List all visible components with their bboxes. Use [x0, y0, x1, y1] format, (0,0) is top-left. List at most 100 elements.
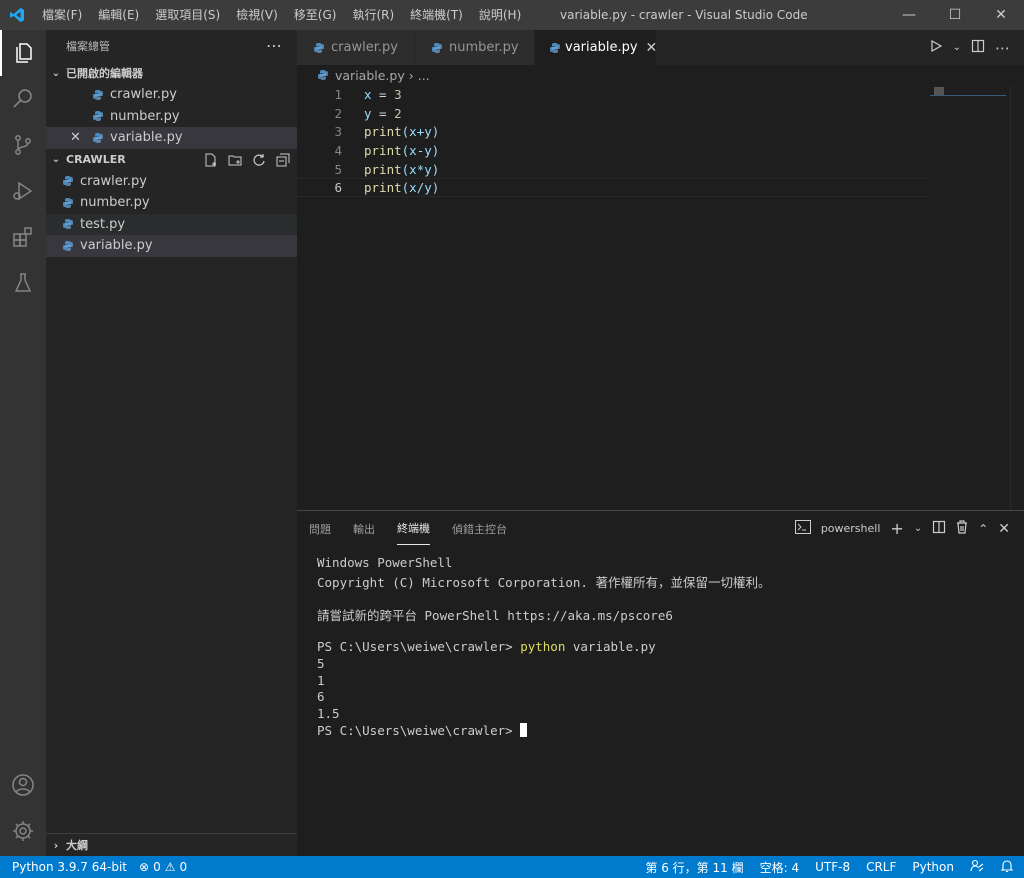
notifications-bell-icon[interactable]: [1000, 859, 1014, 876]
new-folder-icon[interactable]: [227, 152, 243, 168]
split-terminal-icon[interactable]: [932, 520, 946, 537]
tab-variable[interactable]: variable.py ✕: [535, 30, 657, 65]
minimize-button[interactable]: —: [886, 0, 932, 30]
split-editor-icon[interactable]: [971, 39, 985, 57]
file-crawler[interactable]: crawler.py: [46, 171, 297, 193]
code-token: =: [371, 86, 395, 102]
editor-scrollbar[interactable]: [1010, 85, 1024, 515]
file-variable[interactable]: variable.py: [46, 235, 297, 257]
search-icon[interactable]: [0, 76, 46, 122]
code-token: y: [364, 105, 372, 121]
terminal-output[interactable]: Windows PowerShell Copyright (C) Microso…: [317, 555, 770, 740]
code-token: print: [364, 180, 402, 196]
python-file-icon: [90, 108, 106, 124]
tab-terminal[interactable]: 終端機: [397, 512, 430, 545]
close-panel-icon[interactable]: ✕: [998, 521, 1010, 537]
open-editors-label: 已開啟的編輯器: [66, 67, 143, 80]
cursor-position[interactable]: 第 6 行，第 11 欄: [645, 859, 743, 876]
tab-label: crawler.py: [331, 40, 398, 55]
collapse-all-icon[interactable]: [275, 152, 291, 168]
testing-flask-icon[interactable]: [0, 260, 46, 306]
source-control-icon[interactable]: [0, 122, 46, 168]
breadcrumb-file[interactable]: variable.py: [335, 68, 405, 83]
run-debug-icon[interactable]: [0, 168, 46, 214]
close-window-button[interactable]: ✕: [978, 0, 1024, 30]
outline-section[interactable]: › 大綱: [46, 833, 297, 856]
live-share-icon[interactable]: [970, 859, 984, 876]
code-token: (x/y): [401, 180, 440, 196]
encoding[interactable]: UTF-8: [815, 860, 850, 874]
extensions-icon[interactable]: [0, 214, 46, 260]
chevron-down-icon[interactable]: ⌄: [953, 42, 961, 53]
menu-help[interactable]: 說明(H): [471, 0, 529, 30]
minimap[interactable]: [930, 85, 1010, 515]
code-token: print: [364, 161, 402, 177]
more-actions-icon[interactable]: ⋯: [995, 39, 1010, 57]
breadcrumb-more[interactable]: ...: [418, 68, 430, 83]
python-file-icon: [60, 173, 76, 189]
menu-run[interactable]: 執行(R): [344, 0, 402, 30]
file-test[interactable]: test.py: [46, 213, 297, 235]
close-editor-icon[interactable]: ✕: [70, 130, 90, 145]
chevron-right-icon: ›: [53, 838, 59, 852]
trash-icon[interactable]: [956, 520, 968, 537]
menu-go[interactable]: 移至(G): [286, 0, 345, 30]
open-editor-number[interactable]: number.py: [46, 106, 297, 128]
code-line: 3 print (x+y): [297, 122, 927, 141]
menu-edit[interactable]: 編輯(E): [90, 0, 147, 30]
open-editor-label: variable.py: [110, 130, 183, 146]
line-number: 3: [334, 124, 342, 140]
tab-number[interactable]: number.py: [415, 30, 535, 65]
tab-crawler[interactable]: crawler.py: [297, 30, 415, 65]
chevron-down-icon[interactable]: ⌄: [914, 523, 922, 534]
open-editors-section[interactable]: ⌄ 已開啟的編輯器: [46, 62, 297, 84]
menu-file[interactable]: 檔案(F): [34, 0, 90, 30]
terminal-shell-selector[interactable]: powershell: [821, 522, 881, 535]
code-line: 5 print (x*y): [297, 160, 927, 179]
tab-label: variable.py: [565, 40, 638, 55]
tab-output[interactable]: 輸出: [353, 513, 375, 545]
terminal-prompt-line: PS C:\Users\weiwe\crawler>: [317, 722, 770, 740]
menu-terminal[interactable]: 終端機(T): [402, 0, 471, 30]
open-editor-crawler[interactable]: crawler.py: [46, 84, 297, 106]
file-number[interactable]: number.py: [46, 192, 297, 214]
tab-debug-console[interactable]: 偵錯主控台: [452, 513, 507, 545]
end-of-line[interactable]: CRLF: [866, 860, 896, 874]
refresh-icon[interactable]: [251, 152, 267, 168]
account-icon[interactable]: [0, 762, 46, 808]
folder-section[interactable]: ⌄ CRAWLER: [46, 149, 297, 171]
settings-gear-icon[interactable]: [0, 808, 46, 854]
maximize-button[interactable]: ☐: [932, 0, 978, 30]
code-line: 1 x = 3: [297, 85, 927, 104]
new-terminal-plus-icon[interactable]: +: [890, 519, 903, 538]
menu-selection[interactable]: 選取項目(S): [147, 0, 228, 30]
open-editor-variable[interactable]: ✕ variable.py: [46, 127, 297, 149]
run-python-file-icon[interactable]: [929, 39, 943, 57]
python-file-icon: [90, 87, 106, 103]
indentation[interactable]: 空格: 4: [760, 859, 800, 876]
code-editor[interactable]: 1x = 3 2y = 2 3 print (x+y) 4 print (x-y) 5p…: [297, 85, 927, 198]
close-tab-icon[interactable]: ✕: [646, 40, 658, 56]
python-file-icon: [90, 130, 106, 146]
explorer-icon[interactable]: [0, 30, 46, 76]
explorer-title: 檔案總管: [66, 40, 110, 53]
python-interpreter[interactable]: Python 3.9.7 64-bit: [12, 860, 127, 874]
language-mode[interactable]: Python: [912, 860, 954, 874]
menu-view[interactable]: 檢視(V): [228, 0, 286, 30]
code-token: (x+y): [401, 124, 440, 140]
line-number: 6: [334, 180, 342, 196]
maximize-panel-icon[interactable]: ⌃: [978, 522, 988, 536]
code-token: print: [364, 142, 402, 158]
terminal-command-arg: variable.py: [565, 638, 656, 654]
problems-indicator[interactable]: ⊗ 0 ⚠ 0: [139, 860, 187, 874]
open-editor-label: crawler.py: [110, 87, 177, 103]
more-actions-icon[interactable]: ⋯: [266, 36, 283, 55]
terminal-line: 請嘗試新的跨平台 PowerShell https://aka.ms/pscor…: [317, 608, 673, 624]
code-line: 2 y = 2: [297, 104, 927, 123]
open-editor-label: number.py: [110, 108, 180, 124]
breadcrumb: variable.py › ...: [297, 65, 430, 85]
new-file-icon[interactable]: [203, 152, 219, 168]
tab-problems[interactable]: 問題: [309, 513, 331, 545]
chevron-down-icon: ⌄: [51, 67, 61, 79]
